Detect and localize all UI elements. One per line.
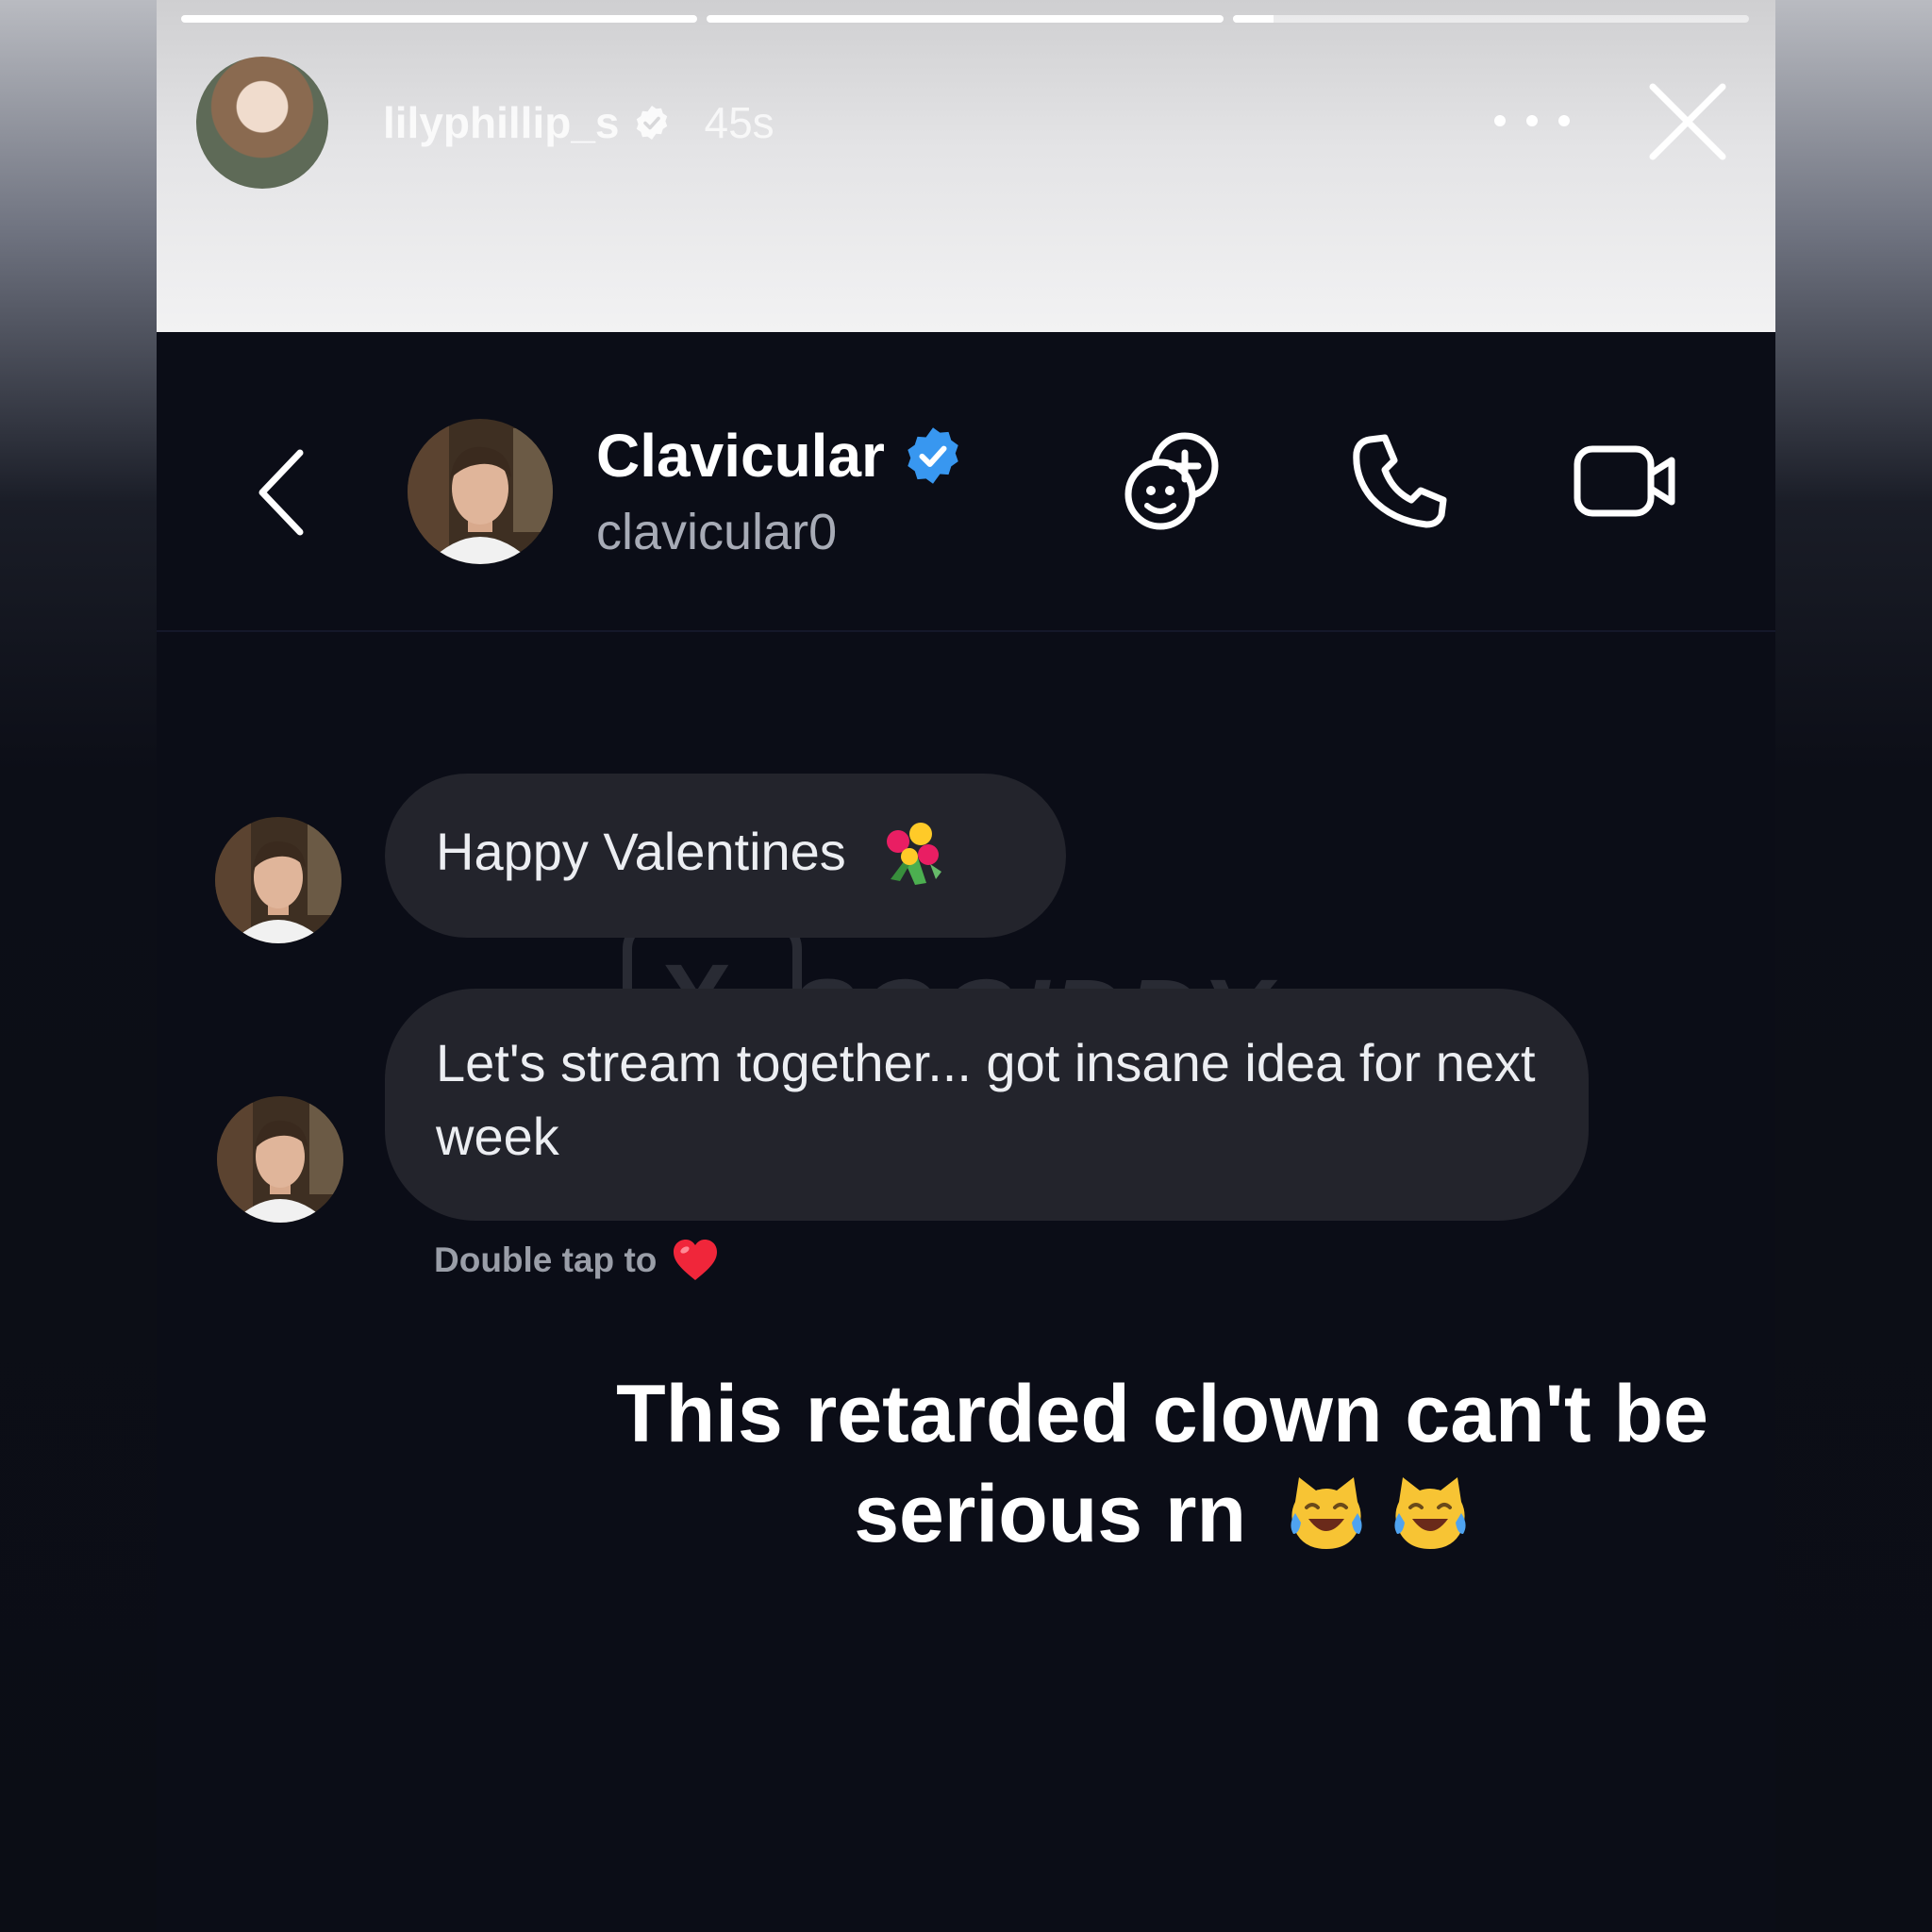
- message-avatar[interactable]: [215, 817, 341, 943]
- progress-fill: [181, 15, 698, 23]
- crying-laughing-cat-emoji: [1394, 1477, 1466, 1550]
- effects-face-plus-icon[interactable]: [1117, 425, 1230, 538]
- story-avatar[interactable]: [196, 57, 328, 189]
- more-dots-icon[interactable]: [1487, 100, 1577, 142]
- story-caption: This retarded clown can't be serious rn: [606, 1364, 1719, 1564]
- story-time: 45s: [704, 98, 774, 147]
- progress-segment: [181, 15, 698, 23]
- bouquet-emoji: [887, 823, 942, 886]
- story-username[interactable]: lilyphillip_s: [383, 96, 620, 149]
- back-chevron-icon[interactable]: [251, 445, 317, 540]
- story-progress-bar: [181, 15, 1749, 23]
- red-heart-emoji: [674, 1240, 718, 1280]
- caption-text: This retarded clown can't be serious rn: [616, 1369, 1708, 1559]
- message-avatar[interactable]: [217, 1096, 343, 1223]
- contact-name[interactable]: Clavicular: [596, 421, 885, 491]
- progress-fill: [1232, 15, 1274, 23]
- crying-laughing-cat-emoji: [1291, 1477, 1362, 1550]
- contact-handle[interactable]: clavicular0: [596, 502, 837, 562]
- message-text: Happy Valentines: [436, 822, 846, 881]
- reaction-hint-text: Double tap to: [434, 1241, 658, 1279]
- phone-icon[interactable]: [1343, 425, 1457, 538]
- progress-segment: [1232, 15, 1749, 23]
- message-text: Let's stream together... got insane idea…: [436, 1033, 1536, 1166]
- contact-avatar[interactable]: [408, 419, 553, 564]
- message-bubble[interactable]: Let's stream together... got insane idea…: [385, 989, 1589, 1221]
- verified-badge-icon: [908, 427, 958, 484]
- progress-fill: [707, 15, 1224, 23]
- video-camera-icon[interactable]: [1568, 425, 1681, 538]
- contact-name-row[interactable]: Clavicular: [596, 421, 964, 491]
- reaction-hint: Double tap to: [434, 1238, 719, 1283]
- close-icon[interactable]: [1649, 83, 1726, 160]
- dm-header: Clavicular clavicular0: [157, 332, 1775, 632]
- progress-segment: [707, 15, 1224, 23]
- story-viewer: lilyphillip_s 45s Clavicular clavicular0…: [157, 0, 1775, 1932]
- story-header: lilyphillip_s 45s: [157, 0, 1775, 332]
- story-user-info[interactable]: lilyphillip_s 45s: [383, 96, 774, 149]
- verified-check-icon: [636, 106, 667, 140]
- message-bubble[interactable]: Happy Valentines: [385, 774, 1066, 938]
